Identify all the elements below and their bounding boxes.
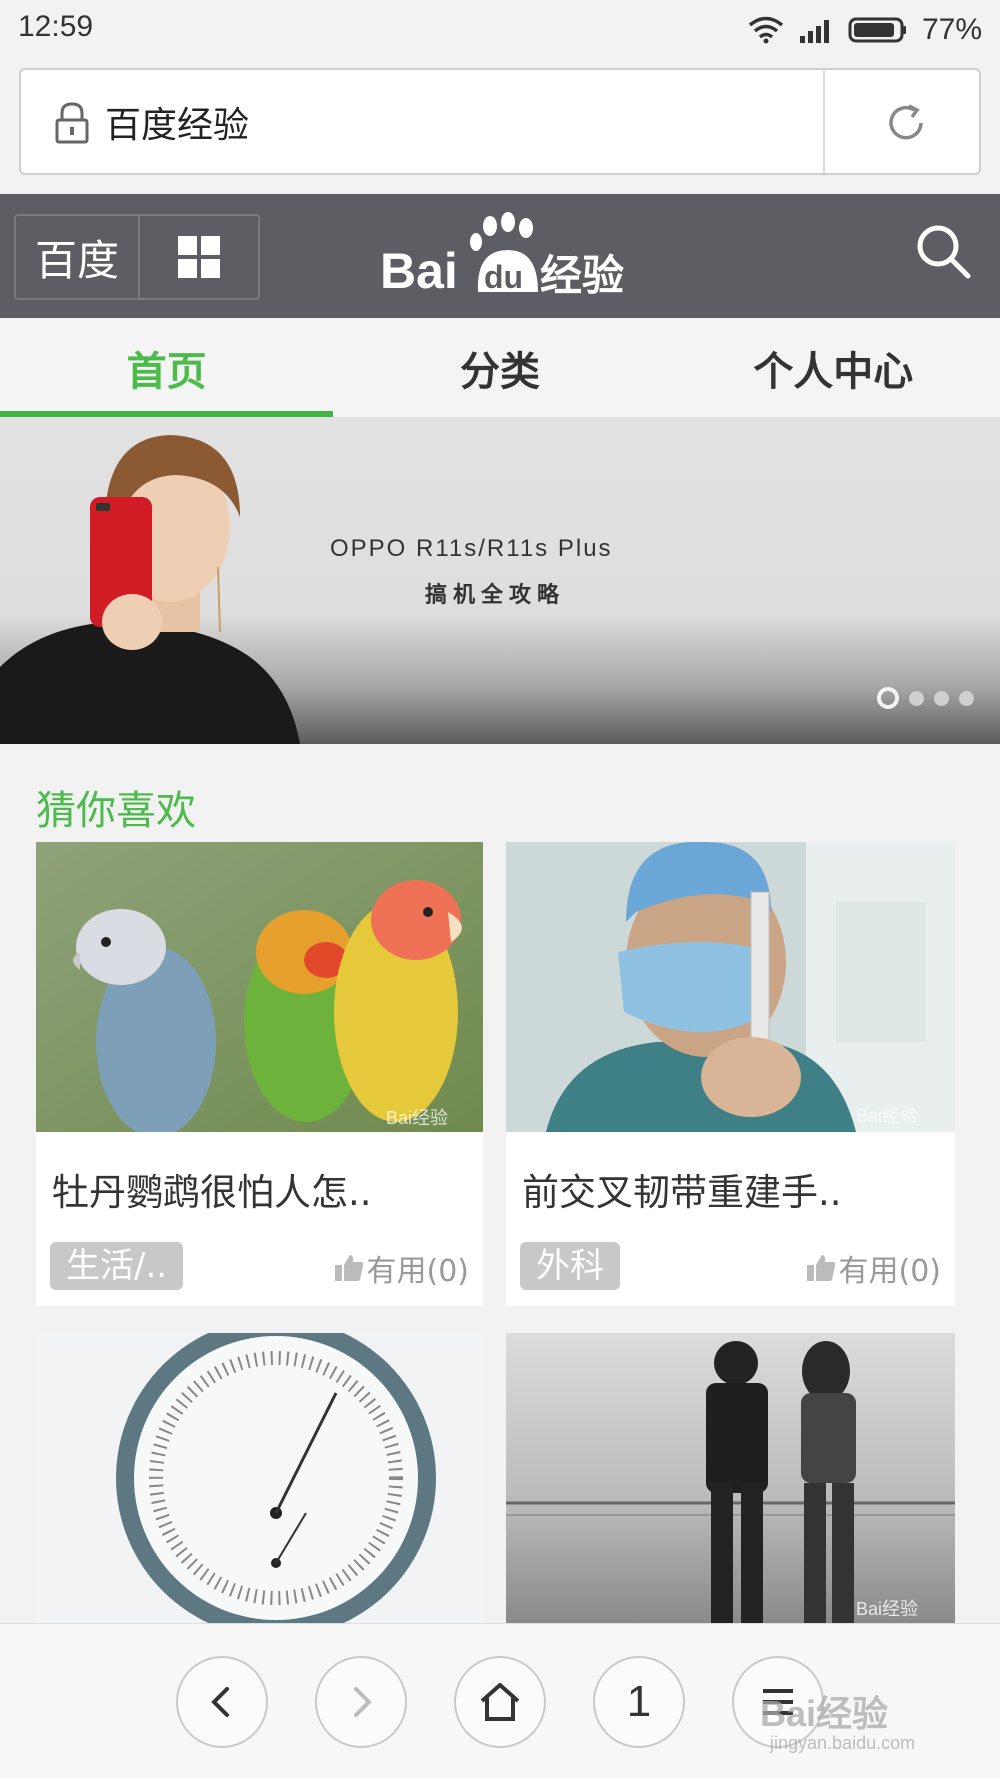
article-thumbnail: Bai经验: [506, 1333, 955, 1623]
category-tag[interactable]: 生活/..: [50, 1242, 184, 1290]
surgeon-image: Bai经验: [506, 842, 955, 1132]
article-thumbnail: [36, 1333, 483, 1623]
home-icon: [480, 1683, 520, 1721]
search-icon[interactable]: [914, 222, 972, 280]
grid-button[interactable]: [140, 216, 258, 298]
useful-count[interactable]: 有用(0): [805, 1246, 942, 1290]
article-card[interactable]: Bai经验 牡丹鹦鹉很怕人怎.. 生活/.. 有用(0): [36, 842, 483, 1306]
svg-text:Bai经验: Bai经验: [856, 1106, 918, 1126]
lock-icon: [55, 102, 89, 144]
carousel-dot[interactable]: [934, 690, 949, 706]
banner-carousel[interactable]: OPPO R11s/R11s Plus 搞机全攻略: [0, 417, 1000, 744]
svg-text:Bai: Bai: [380, 243, 458, 299]
battery-percent: 77%: [921, 13, 982, 46]
svg-text:经验: 经验: [540, 251, 624, 300]
baidu-jingyan-logo: Bai du 经验: [380, 212, 624, 300]
back-icon: [211, 1687, 229, 1717]
useful-count[interactable]: 有用(0): [333, 1246, 470, 1290]
thumbs-up-icon: [806, 1255, 835, 1281]
paw-icon: du: [470, 212, 538, 295]
svg-text:du: du: [484, 259, 523, 295]
signal-icon: [799, 20, 829, 43]
banner-model-image: [0, 435, 300, 744]
article-card[interactable]: Bai经验 前交叉韧带重建手.. 外科 有用(0): [506, 842, 955, 1306]
parrots-image: Bai经验: [36, 842, 483, 1132]
thumbs-up-icon: [334, 1255, 363, 1281]
back-button[interactable]: [176, 1656, 268, 1748]
banner-title: OPPO R11s/R11s Plus: [330, 535, 613, 562]
status-time: 12:59: [18, 10, 94, 43]
article-thumbnail: Bai经验: [506, 842, 955, 1132]
article-title[interactable]: 牡丹鹦鹉很怕人怎..: [52, 1162, 372, 1216]
tab-personal-center[interactable]: 个人中心: [667, 318, 1000, 417]
tab-home[interactable]: 首页: [0, 318, 334, 417]
svg-text:Bai经验: Bai经验: [386, 1108, 448, 1128]
wifi-icon: [748, 16, 784, 44]
page: 12:59 77% 百度经验 百度 Bai du 经验 首页 分类 个人中心 O…: [0, 0, 1000, 1778]
site-header: 百度 Bai du 经验: [0, 194, 1000, 318]
forward-button[interactable]: [315, 1656, 407, 1748]
article-thumbnail: Bai经验: [36, 842, 483, 1132]
address-bar[interactable]: 百度经验: [19, 68, 981, 175]
grid-icon: [178, 236, 220, 278]
carousel-indicators: [877, 687, 974, 709]
tabs-button[interactable]: 1: [593, 1656, 685, 1748]
banner-subtitle: 搞机全攻略: [425, 583, 566, 608]
home-button[interactable]: [454, 1656, 546, 1748]
battery-icon: [848, 17, 906, 43]
tab-bar: 首页 分类 个人中心: [0, 318, 1000, 417]
useful-label: 有用(0): [366, 1254, 470, 1289]
carousel-dot[interactable]: [959, 690, 974, 706]
couple-image: Bai经验: [506, 1333, 955, 1623]
article-card[interactable]: [36, 1333, 483, 1633]
status-indicators: 77%: [748, 10, 982, 50]
address-text[interactable]: 百度经验: [105, 96, 249, 148]
status-bar: 12:59 77%: [0, 0, 1000, 58]
svg-text:Bai经验: Bai经验: [856, 1599, 918, 1619]
section-title: 猜你喜欢: [36, 788, 196, 834]
useful-label: 有用(0): [838, 1254, 942, 1289]
watermark-url: jingyan.baidu.com: [770, 1733, 916, 1753]
carousel-dot-active[interactable]: [877, 687, 899, 709]
baidu-button[interactable]: 百度: [16, 216, 140, 298]
watermark: Bai经验: [760, 1693, 889, 1734]
tab-count: 1: [626, 1677, 652, 1726]
category-tag[interactable]: 外科: [520, 1242, 620, 1290]
tab-category[interactable]: 分类: [333, 318, 666, 417]
reload-icon[interactable]: [883, 100, 929, 146]
header-button-group: 百度: [14, 214, 260, 300]
address-divider: [823, 70, 825, 173]
hygrometer-image: [36, 1333, 483, 1623]
carousel-dot[interactable]: [909, 690, 924, 706]
forward-icon: [354, 1687, 372, 1717]
article-card[interactable]: Bai经验: [506, 1333, 955, 1633]
article-title[interactable]: 前交叉韧带重建手..: [522, 1162, 842, 1216]
